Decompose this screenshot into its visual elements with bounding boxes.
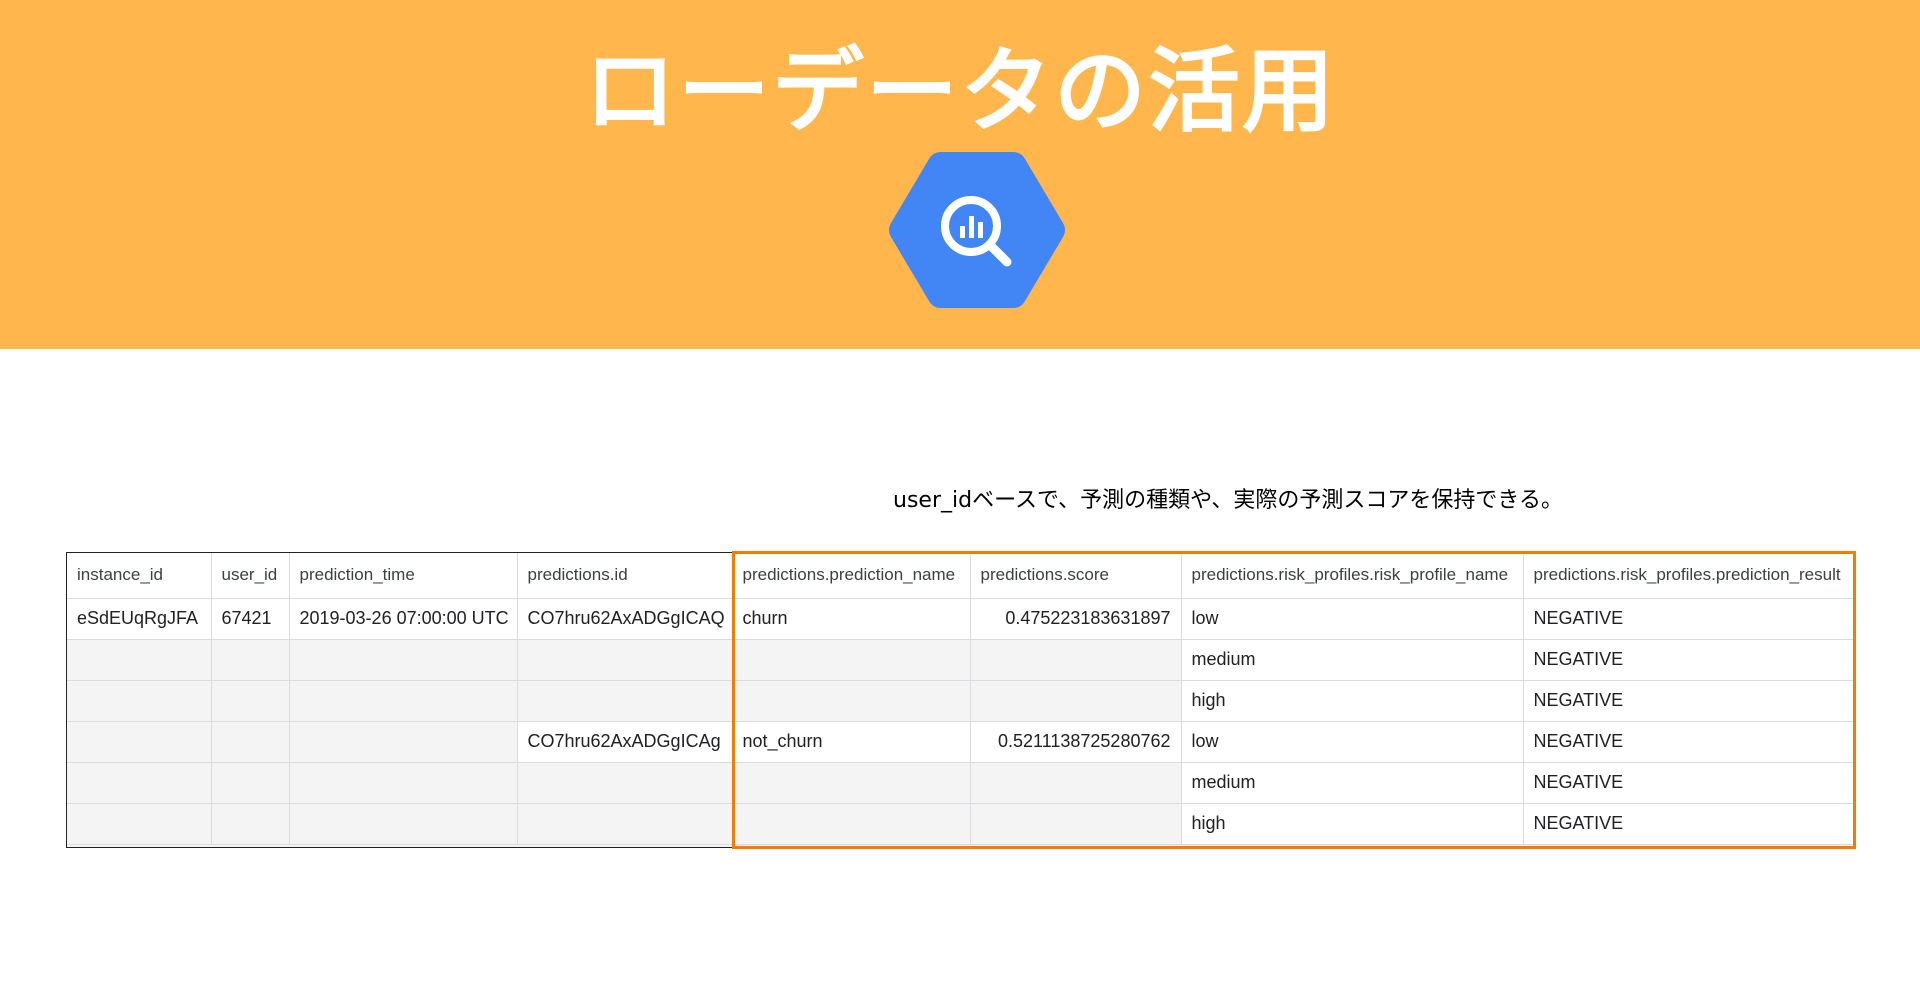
cell-score xyxy=(970,639,1182,681)
cell-instance-id xyxy=(67,803,212,845)
cell-prediction-time xyxy=(289,721,518,763)
cell-risk-profile-name: medium xyxy=(1181,639,1524,681)
cell-prediction-time xyxy=(289,680,518,722)
cell-risk-profile-name: low xyxy=(1181,721,1524,763)
cell-risk-profile-name: low xyxy=(1181,598,1524,640)
column-header-predictions-id: predictions.id xyxy=(517,553,733,599)
cell-score xyxy=(970,680,1182,722)
cell-user-id xyxy=(211,803,290,845)
column-header-prediction-name: predictions.prediction_name xyxy=(732,553,971,599)
cell-risk-profile-name: high xyxy=(1181,803,1524,845)
cell-prediction-result: NEGATIVE xyxy=(1523,598,1854,640)
column-header-prediction-result: predictions.risk_profiles.prediction_res… xyxy=(1523,553,1854,599)
cell-instance-id xyxy=(67,639,212,681)
table-row: high NEGATIVE xyxy=(67,803,1854,845)
logo-hexagon xyxy=(889,152,1065,308)
cell-user-id: 67421 xyxy=(211,598,290,640)
table-row: medium NEGATIVE xyxy=(67,639,1854,681)
cell-prediction-name: churn xyxy=(732,598,971,640)
cell-score xyxy=(970,762,1182,804)
table-row: high NEGATIVE xyxy=(67,680,1854,722)
cell-user-id xyxy=(211,762,290,804)
cell-prediction-time xyxy=(289,639,518,681)
table-row: CO7hru62AxADGgICAg not_churn 0.521113872… xyxy=(67,721,1854,763)
cell-prediction-result: NEGATIVE xyxy=(1523,721,1854,763)
column-header-prediction-time: prediction_time xyxy=(289,553,518,599)
bigquery-logo-icon xyxy=(889,152,1065,308)
cell-user-id xyxy=(211,639,290,681)
table-header-row: instance_id user_id prediction_time pred… xyxy=(67,553,1854,599)
cell-user-id xyxy=(211,721,290,763)
cell-instance-id xyxy=(67,680,212,722)
cell-user-id xyxy=(211,680,290,722)
cell-prediction-time: 2019-03-26 07:00:00 UTC xyxy=(289,598,518,640)
results-table: instance_id user_id prediction_time pred… xyxy=(67,553,1854,845)
results-table-container: instance_id user_id prediction_time pred… xyxy=(66,552,1854,848)
cell-instance-id: eSdEUqRgJFA xyxy=(67,598,212,640)
logo-bar-3 xyxy=(978,222,983,238)
cell-prediction-name: not_churn xyxy=(732,721,971,763)
cell-predictions-id: CO7hru62AxADGgICAQ xyxy=(517,598,733,640)
cell-predictions-id xyxy=(517,803,733,845)
cell-score: 0.475223183631897 xyxy=(970,598,1182,640)
column-header-score: predictions.score xyxy=(970,553,1182,599)
column-header-instance-id: instance_id xyxy=(67,553,212,599)
cell-prediction-result: NEGATIVE xyxy=(1523,762,1854,804)
column-header-risk-profile-name: predictions.risk_profiles.risk_profile_n… xyxy=(1181,553,1524,599)
cell-instance-id xyxy=(67,721,212,763)
cell-predictions-id: CO7hru62AxADGgICAg xyxy=(517,721,733,763)
page-title: ローデータの活用 xyxy=(583,38,1336,145)
logo-bar-1 xyxy=(960,226,965,238)
cell-prediction-result: NEGATIVE xyxy=(1523,680,1854,722)
cell-instance-id xyxy=(67,762,212,804)
cell-predictions-id xyxy=(517,762,733,804)
table-row: eSdEUqRgJFA 67421 2019-03-26 07:00:00 UT… xyxy=(67,598,1854,640)
cell-risk-profile-name: high xyxy=(1181,680,1524,722)
header-banner: ローデータの活用 xyxy=(0,0,1920,349)
cell-prediction-name xyxy=(732,680,971,722)
cell-prediction-name xyxy=(732,639,971,681)
cell-predictions-id xyxy=(517,680,733,722)
cell-prediction-name xyxy=(732,762,971,804)
cell-score: 0.5211138725280762 xyxy=(970,721,1182,763)
table-caption: user_idベースで、予測の種類や、実際の予測スコアを保持できる。 xyxy=(893,488,1563,513)
cell-prediction-result: NEGATIVE xyxy=(1523,803,1854,845)
cell-predictions-id xyxy=(517,639,733,681)
column-header-user-id: user_id xyxy=(211,553,290,599)
cell-prediction-result: NEGATIVE xyxy=(1523,639,1854,681)
table-row: medium NEGATIVE xyxy=(67,762,1854,804)
cell-prediction-time xyxy=(289,803,518,845)
cell-score xyxy=(970,803,1182,845)
cell-prediction-time xyxy=(289,762,518,804)
cell-risk-profile-name: medium xyxy=(1181,762,1524,804)
cell-prediction-name xyxy=(732,803,971,845)
logo-bar-2 xyxy=(969,216,974,238)
